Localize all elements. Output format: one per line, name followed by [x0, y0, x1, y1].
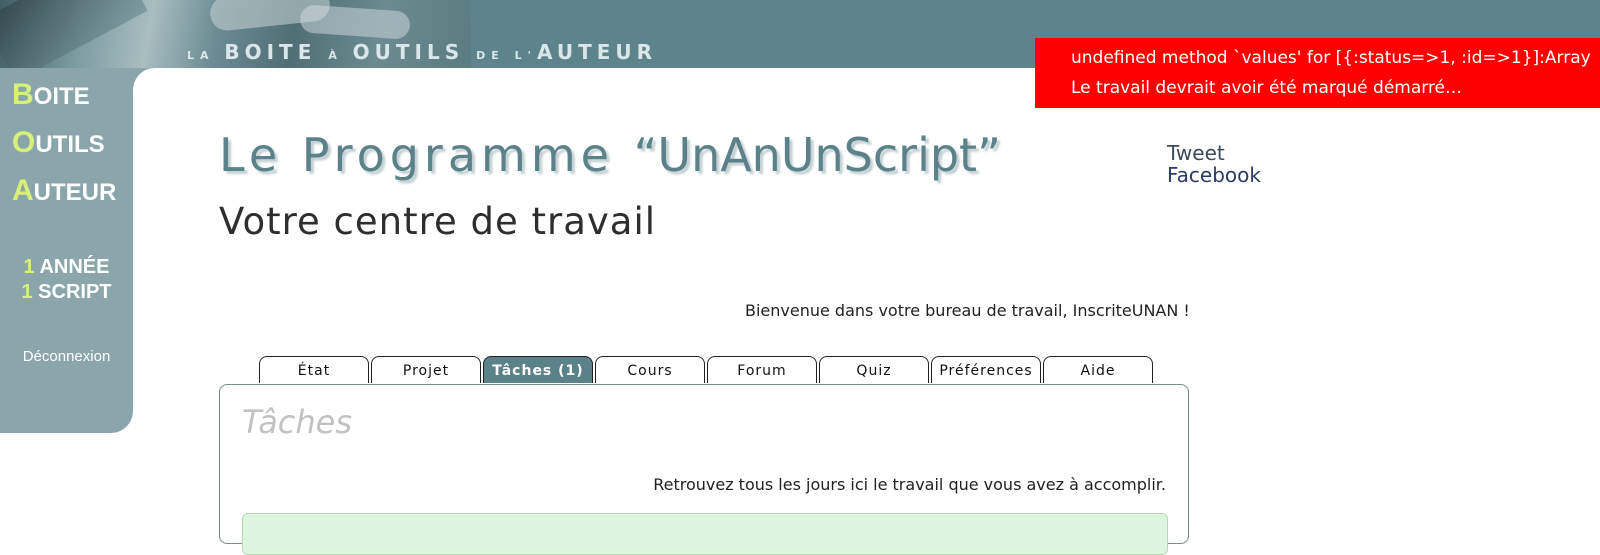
- facebook-link[interactable]: Facebook: [1167, 164, 1261, 186]
- banner-title-part: À: [328, 49, 353, 62]
- welcome-message: Bienvenue dans votre bureau de travail, …: [745, 301, 1190, 320]
- banner-title: LA BOITE À OUTILS DE L'AUTEUR: [187, 40, 657, 64]
- brand-word-boite: BOITE: [12, 78, 90, 111]
- program-line-annee: 1 ANNÉE: [23, 256, 110, 278]
- banner-title-part: AUTEUR: [536, 40, 658, 64]
- page-subtitle: Votre centre de travail: [219, 200, 657, 243]
- error-message-line: Le travail devrait avoir été marqué déma…: [1071, 78, 1463, 98]
- tab-taches[interactable]: Tâches (1): [483, 356, 593, 383]
- tab-etat[interactable]: État: [259, 356, 369, 383]
- tab-quiz[interactable]: Quiz: [819, 356, 929, 383]
- error-message-line: undefined method `values' for [{:status=…: [1071, 48, 1591, 68]
- banner-title-part: LA: [187, 49, 225, 62]
- page-title: Le Programme “UnAnUnScript”: [219, 128, 1001, 182]
- brand-word-auteur: AUTEUR: [12, 174, 117, 207]
- logout-link[interactable]: Déconnexion: [0, 348, 133, 365]
- tab-forum[interactable]: Forum: [707, 356, 817, 383]
- brand-word-outils: OUTILS: [12, 126, 105, 159]
- task-item[interactable]: [242, 513, 1168, 555]
- banner-title-part: BOITE: [224, 40, 329, 64]
- panel-description: Retrouvez tous les jours ici le travail …: [653, 475, 1166, 494]
- tab-aide[interactable]: Aide: [1043, 356, 1153, 383]
- error-message-box: undefined method `values' for [{:status=…: [1035, 38, 1600, 108]
- tweet-link[interactable]: Tweet: [1167, 142, 1261, 164]
- program-line-script: 1 SCRIPT: [21, 281, 112, 303]
- panel-title: Tâches: [242, 403, 353, 441]
- banner-title-part: DE L': [476, 49, 537, 62]
- sidebar: BOITE OUTILS AUTEUR 1 ANNÉE 1 SCRIPT Déc…: [0, 68, 133, 433]
- tasks-panel: Tâches Retrouvez tous les jours ici le t…: [219, 384, 1189, 555]
- tab-projet[interactable]: Projet: [371, 356, 481, 383]
- tab-cours[interactable]: Cours: [595, 356, 705, 383]
- tab-preferences[interactable]: Préférences: [931, 356, 1041, 383]
- social-links: Tweet Facebook: [1167, 142, 1261, 186]
- banner-title-part: OUTILS: [352, 40, 477, 64]
